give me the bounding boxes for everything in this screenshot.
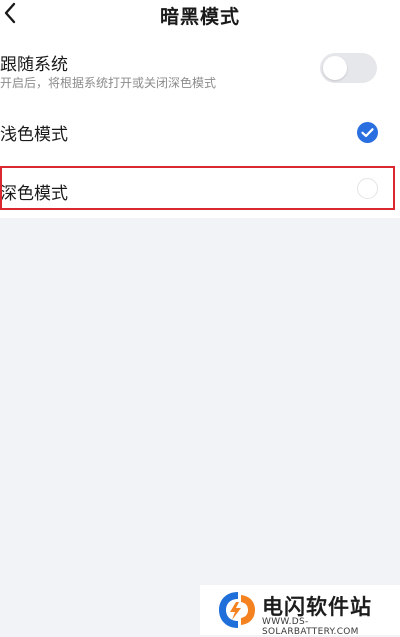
checkmark-icon	[361, 128, 374, 138]
dark-mode-radio[interactable]	[357, 178, 378, 199]
light-mode-radio[interactable]	[357, 122, 378, 143]
dark-mode-label: 深色模式	[0, 184, 68, 204]
header-bar: 暗黑模式	[0, 0, 400, 34]
light-mode-label: 浅色模式	[0, 125, 68, 145]
follow-system-label: 跟随系统	[0, 55, 68, 75]
watermark-url: WWW.DS-SOLARBATTERY.COM	[262, 617, 359, 637]
lightning-logo-icon	[219, 592, 255, 628]
watermark: 电闪软件站 WWW.DS-SOLARBATTERY.COM	[200, 585, 400, 637]
page-title: 暗黑模式	[159, 6, 240, 28]
toggle-knob	[323, 56, 347, 80]
follow-system-toggle[interactable]	[320, 53, 377, 83]
follow-system-description: 开启后，将根据系统打开或关闭深色模式	[0, 76, 217, 90]
light-mode-row[interactable]: 浅色模式	[0, 98, 400, 162]
follow-system-row: 跟随系统 开启后，将根据系统打开或关闭深色模式	[0, 34, 400, 98]
dark-mode-row[interactable]: 深色模式	[0, 162, 400, 218]
